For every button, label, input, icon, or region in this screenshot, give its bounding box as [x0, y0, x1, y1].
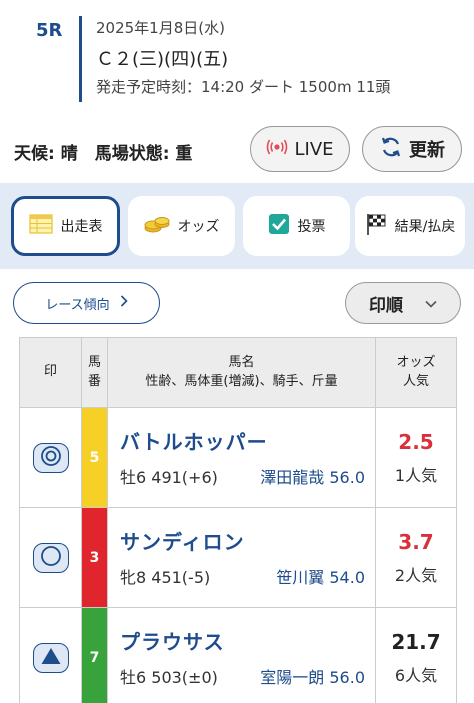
broadcast-icon [266, 139, 288, 160]
horse-name[interactable]: バトルホッパー [120, 426, 375, 455]
tab-label: 結果/払戻 [394, 219, 456, 235]
jockey-name[interactable]: 笹川翼 54.0 [276, 564, 365, 588]
track-conditions: 天候: 晴 馬場状態: 重 [14, 144, 193, 164]
race-date: 2025年1月8日(水) [96, 19, 225, 37]
tab-label: オッズ [177, 219, 220, 235]
horse-name[interactable]: プラウサス [120, 626, 375, 655]
header-name-bottom: 性齢、馬体重(増減)、騎手、斤量 [145, 373, 338, 389]
circle-icon [40, 545, 62, 571]
horse-details: 牝8 451(-5) [120, 568, 211, 587]
race-card-table: 印 馬 番 馬名 性齢、馬体重(増減)、騎手、斤量 オッズ 人気 5 バトルホッ… [19, 337, 457, 703]
horse-details: 牡6 503(±0) [120, 668, 218, 687]
double-circle-icon [40, 445, 62, 471]
popularity: 2人気 [394, 566, 438, 585]
header-number: 馬 番 [82, 338, 108, 407]
chevron-down-icon [425, 293, 437, 313]
tab-label: 出走表 [60, 219, 103, 235]
header-name: 馬名 性齢、馬体重(増減)、騎手、斤量 [108, 338, 376, 407]
mark-button[interactable] [32, 542, 69, 573]
sort-select-label: 印順 [369, 295, 403, 316]
live-button-label: LIVE [294, 138, 334, 160]
race-name: Ｃ２(三)(四)(五) [96, 49, 229, 70]
table-row: 5 バトルホッパー 牡6 491(+6) 澤田龍哉 56.0 2.5 1人気 [20, 408, 456, 508]
tab-label: 投票 [297, 219, 326, 235]
header-number-bottom: 番 [87, 373, 101, 389]
horse-number: 7 [82, 608, 108, 703]
jockey-name[interactable]: 室陽一朗 56.0 [260, 664, 365, 688]
header-mark: 印 [20, 338, 82, 407]
refresh-button-label: 更新 [409, 140, 445, 161]
refresh-button[interactable]: 更新 [362, 126, 462, 172]
header-odds: オッズ 人気 [376, 338, 456, 407]
table-row: 7 プラウサス 牡6 503(±0) 室陽一朗 56.0 21.7 6人気 [20, 608, 456, 703]
coins-icon [144, 214, 170, 238]
horse-details: 牡6 491(+6) [120, 468, 218, 487]
jockey-name[interactable]: 澤田龍哉 56.0 [260, 464, 365, 488]
header-name-top: 馬名 [228, 354, 255, 370]
triangle-icon [40, 646, 62, 670]
tab-results[interactable]: 結果/払戻 [355, 196, 465, 256]
table-header: 印 馬 番 馬名 性齢、馬体重(増減)、騎手、斤量 オッズ 人気 [20, 338, 456, 408]
mark-button[interactable] [32, 642, 69, 673]
horse-name[interactable]: サンディロン [120, 526, 375, 555]
header-number-top: 馬 [87, 354, 101, 370]
race-info: 発走予定時刻：14:20 ダート 1500m 11頭 [96, 78, 391, 96]
checkered-flag-icon [365, 212, 387, 240]
odds-value: 21.7 [391, 630, 441, 654]
tab-race-card[interactable]: 出走表 [11, 196, 120, 256]
chevron-right-icon [120, 295, 128, 311]
sort-select[interactable]: 印順 [345, 282, 461, 324]
header-mark-label: 印 [43, 364, 57, 380]
mark-button[interactable] [32, 442, 69, 473]
header-odds-top: オッズ [396, 354, 436, 370]
header-odds-bottom: 人気 [402, 373, 429, 389]
tab-vote[interactable]: 投票 [243, 196, 350, 256]
table-icon [28, 214, 53, 238]
race-trend-button[interactable]: レース傾向 [13, 282, 160, 324]
refresh-icon [379, 135, 403, 164]
race-trend-label: レース傾向 [45, 297, 110, 313]
horse-number: 5 [82, 408, 108, 507]
header-divider [79, 16, 82, 102]
race-number: 5R [36, 20, 63, 41]
checkbox-icon [268, 213, 290, 239]
tab-odds[interactable]: オッズ [128, 196, 235, 256]
odds-value: 2.5 [398, 430, 434, 454]
odds-value: 3.7 [398, 530, 434, 554]
horse-number: 3 [82, 508, 108, 607]
table-row: 3 サンディロン 牝8 451(-5) 笹川翼 54.0 3.7 2人気 [20, 508, 456, 608]
popularity: 1人気 [394, 466, 438, 485]
popularity: 6人気 [394, 666, 438, 685]
live-button[interactable]: LIVE [250, 126, 350, 172]
